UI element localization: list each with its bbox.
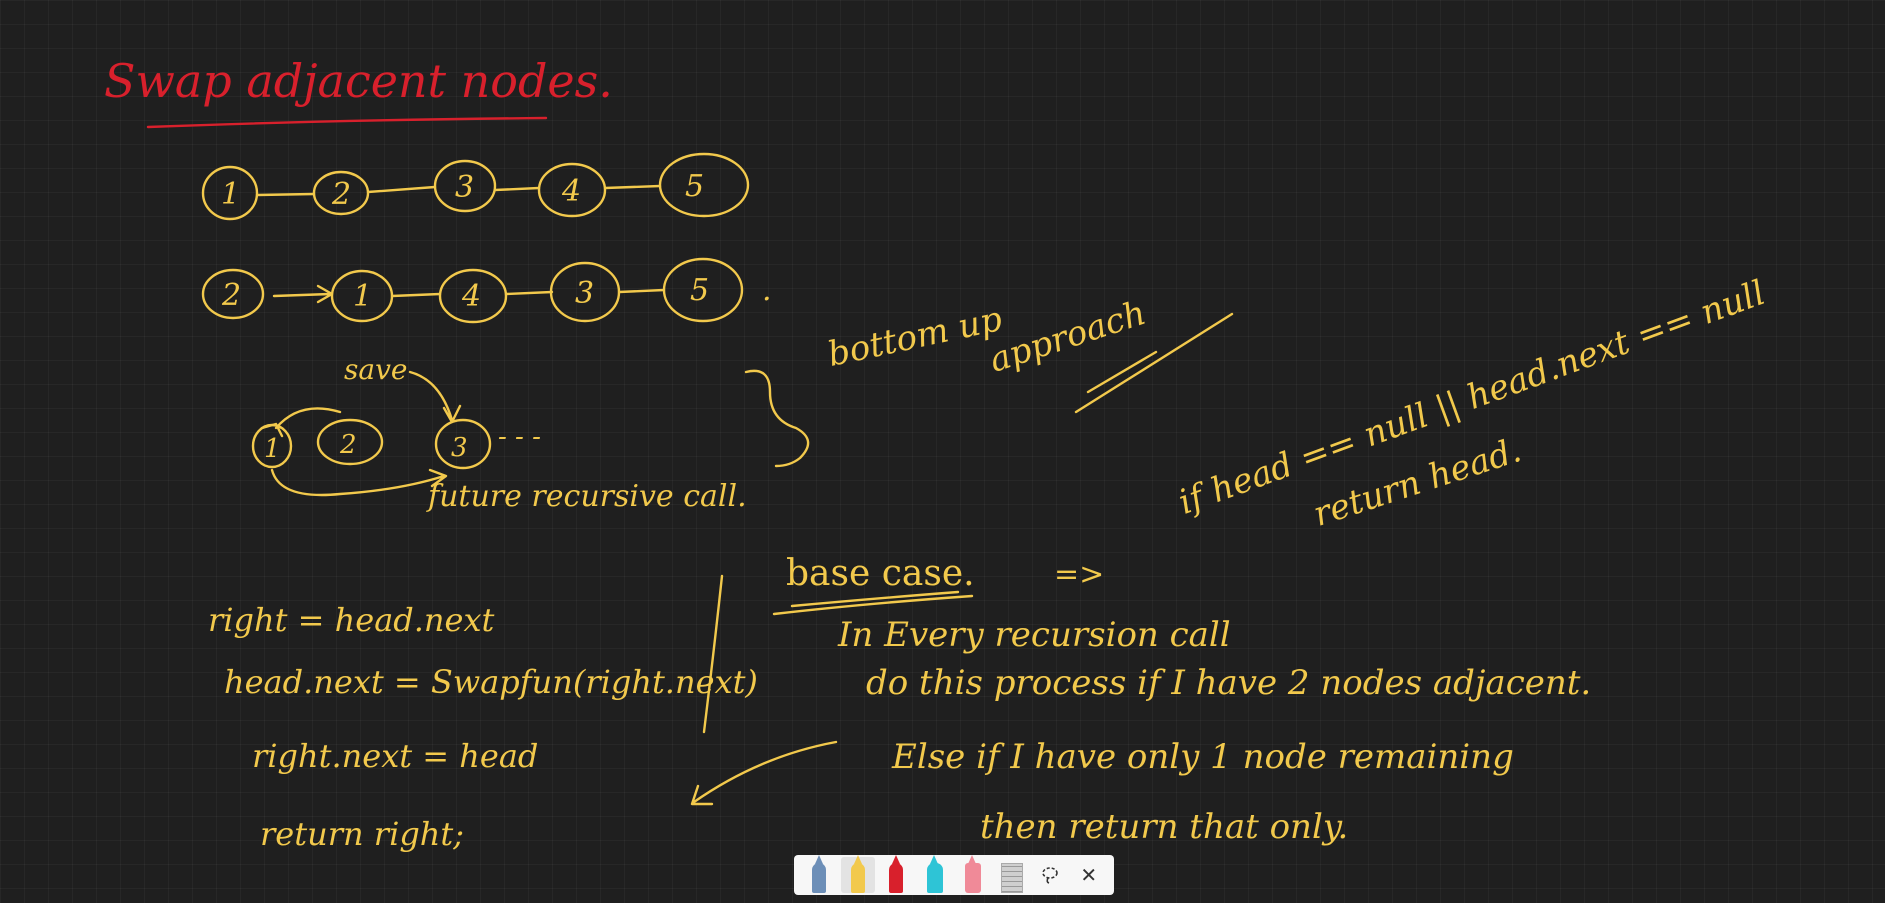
- linked-list-swapped: 2 1 4 3 5 .: [201, 257, 772, 324]
- base-case-heading: base case.: [786, 553, 975, 594]
- pencil-icon: [850, 855, 865, 893]
- save-arrow: [408, 370, 462, 424]
- ruler-icon: [1000, 863, 1023, 893]
- approach-underline: [1086, 350, 1158, 394]
- eraser-tool[interactable]: [956, 855, 990, 893]
- link-line: [366, 185, 437, 194]
- code-line-3: right.next = head: [252, 737, 539, 775]
- page-title: Swap adjacent nodes.: [104, 54, 613, 108]
- node-label: 3: [455, 170, 474, 205]
- linked-list-original: 1 2 3 4 5: [201, 152, 750, 221]
- link-line: [603, 184, 662, 190]
- node-label: 4: [561, 174, 581, 209]
- close-icon[interactable]: ✕: [1072, 857, 1106, 893]
- link-line: [504, 290, 554, 296]
- ballpoint-pen-icon: [812, 855, 827, 893]
- link-line: [390, 292, 442, 298]
- link-line: [617, 288, 666, 294]
- ruler-tool[interactable]: [995, 857, 1029, 893]
- base-case-divider: [702, 574, 724, 734]
- arrow-link: [272, 284, 334, 304]
- link-line: [255, 192, 316, 197]
- base-case-line-3: Else if I have only 1 node remaining: [892, 737, 1514, 777]
- lasso-select-icon[interactable]: [1033, 857, 1067, 893]
- link-line: [493, 186, 541, 192]
- base-case-arrow: =>: [1054, 557, 1105, 592]
- node-label: 3: [575, 276, 594, 311]
- node-label: 3: [451, 433, 468, 463]
- return-arrow: [690, 740, 838, 806]
- eraser-icon: [965, 855, 982, 893]
- base-case-line-2: do this process if I have 2 nodes adjace…: [866, 663, 1592, 703]
- lasso-glyph: [1042, 867, 1059, 884]
- node-label: 5: [690, 273, 709, 308]
- code-line-1: right = head.next: [208, 601, 495, 639]
- node-label: 4: [461, 279, 481, 314]
- base-case-line-4: then return that only.: [980, 807, 1349, 847]
- node-label: 5: [685, 169, 704, 204]
- node-label: 1: [221, 177, 240, 212]
- node-label: 2: [331, 177, 351, 212]
- code-line-4: return right;: [260, 815, 465, 853]
- red-pen-tool[interactable]: [879, 855, 913, 893]
- ballpoint-pen-tool[interactable]: [802, 855, 836, 893]
- title-underline: [146, 116, 548, 129]
- code-line-2: head.next = Swapfun(right.next): [224, 663, 758, 701]
- node-label: 2: [339, 430, 357, 460]
- future-call-label: future recursive call.: [428, 479, 747, 514]
- future-call-arrow: [270, 468, 448, 497]
- curly-brace: [744, 369, 810, 468]
- node-label: 1: [353, 279, 372, 314]
- save-label: save: [344, 353, 408, 386]
- list-end-dot: .: [762, 273, 772, 308]
- node-label: 2: [221, 278, 241, 313]
- node-label: 1: [264, 434, 281, 464]
- highlighter-tool[interactable]: [918, 855, 952, 893]
- red-pen-icon: [889, 855, 904, 893]
- highlighter-icon: [926, 855, 943, 893]
- ink-toolbar: ✕: [794, 855, 1114, 895]
- pencil-tool[interactable]: [840, 855, 875, 893]
- swap-arrow: [260, 407, 342, 438]
- base-case-line-1: In Every recursion call: [838, 615, 1231, 655]
- trailing-dots: - - -: [498, 422, 541, 452]
